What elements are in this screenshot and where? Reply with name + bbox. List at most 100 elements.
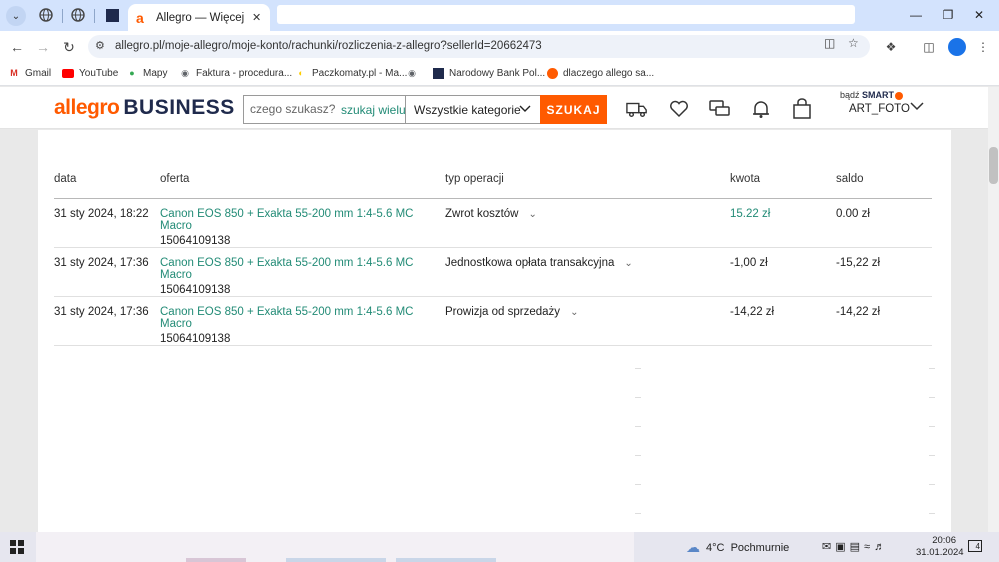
bookmark-allegro[interactable]: dlaczego allego sa... bbox=[546, 67, 654, 79]
faint-guide-ticks bbox=[929, 368, 937, 542]
globe-icon bbox=[71, 8, 85, 22]
tab-pinned-2[interactable] bbox=[70, 7, 86, 23]
account-name[interactable]: ART_FOTO bbox=[849, 103, 910, 115]
column-header-amount: kwota bbox=[730, 163, 836, 199]
weather-widget[interactable]: ☁ 4°C Pochmurnie bbox=[686, 539, 789, 556]
close-icon[interactable]: ✕ bbox=[252, 11, 261, 24]
taskbar-apps bbox=[36, 532, 634, 562]
reload-icon[interactable]: ↻ bbox=[60, 38, 78, 56]
offer-id: 15064109138 bbox=[160, 234, 231, 247]
restore-icon[interactable]: ❐ bbox=[938, 6, 958, 24]
table-row: 31 sty 2024, 18:22 Canon EOS 850 + Exakt… bbox=[54, 198, 932, 248]
forward-icon[interactable]: → bbox=[34, 38, 52, 56]
chevron-down-icon bbox=[519, 102, 531, 117]
allegro-icon bbox=[546, 67, 558, 79]
tab-separator bbox=[62, 9, 63, 23]
search-input[interactable] bbox=[250, 102, 340, 116]
offer-link[interactable]: Canon EOS 850 + Exakta 55-200 mm 1:4-5.6… bbox=[160, 306, 413, 330]
cell-type[interactable]: Prowizja od sprzedaży ⌄ bbox=[445, 296, 730, 346]
bookmark-nbp[interactable]: Narodowy Bank Pol... bbox=[432, 67, 545, 79]
bookmark-paczkomaty[interactable]: ◐ Paczkomaty.pl - Ma... bbox=[295, 67, 407, 79]
windows-taskbar: ☁ 4°C Pochmurnie ✉▣▤≈♬ 20:06 31.01.2024 … bbox=[0, 532, 999, 562]
side-panel-icon[interactable]: ◫ bbox=[921, 39, 937, 55]
taskbar-app-indicator[interactable] bbox=[286, 558, 386, 562]
smart-dot-icon bbox=[895, 91, 904, 100]
table-row: 31 sty 2024, 17:36 Canon EOS 850 + Exakt… bbox=[54, 247, 932, 297]
active-tab[interactable]: a Allegro — Więcej niż a ✕ bbox=[128, 4, 270, 31]
delivery-truck-icon[interactable] bbox=[626, 98, 648, 120]
allegro-business-logo[interactable]: allegro BUSINESS bbox=[54, 96, 235, 120]
allegro-header: allegroBUSINESS szukaj wielu Wszystkie k… bbox=[0, 87, 988, 129]
chevron-down-icon[interactable]: ⌄ bbox=[529, 209, 537, 220]
bookmark-faktura[interactable]: ◉ Faktura - procedura... bbox=[179, 67, 292, 79]
taskbar-app-indicator[interactable] bbox=[396, 558, 496, 562]
tab-pinned-3[interactable] bbox=[104, 7, 120, 23]
cloud-icon: ☁ bbox=[686, 539, 700, 555]
extensions-icon[interactable]: ❖ bbox=[883, 39, 899, 55]
system-clock[interactable]: 20:06 31.01.2024 bbox=[916, 535, 964, 559]
tab-pinned-1[interactable] bbox=[38, 7, 54, 23]
network-icon[interactable]: ▤ bbox=[850, 541, 864, 553]
messages-icon[interactable] bbox=[709, 98, 731, 120]
install-app-icon[interactable]: ◫ bbox=[824, 36, 838, 50]
maps-icon: ● bbox=[129, 68, 135, 78]
windows-start-icon[interactable] bbox=[10, 540, 24, 554]
bookmark-maps[interactable]: ● Mapy bbox=[126, 67, 167, 79]
page-scrollbar[interactable] bbox=[988, 87, 999, 532]
table-header-row: data oferta typ operacji kwota saldo bbox=[54, 163, 932, 199]
bookmark-youtube[interactable]: YouTube bbox=[62, 67, 118, 79]
cell-date: 31 sty 2024, 17:36 bbox=[54, 247, 160, 297]
cell-type[interactable]: Jednostkowa opłata transakcyjna ⌄ bbox=[445, 247, 730, 297]
youtube-icon bbox=[62, 67, 74, 79]
chevron-down-icon[interactable] bbox=[910, 99, 924, 115]
chevron-down-icon[interactable]: ⌄ bbox=[624, 258, 632, 269]
cell-date: 31 sty 2024, 17:36 bbox=[54, 296, 160, 346]
active-tab-title: Allegro — Więcej niż a bbox=[156, 11, 244, 24]
allegro-icon: a bbox=[136, 9, 144, 26]
bookmark-star-icon[interactable]: ☆ bbox=[848, 36, 862, 50]
globe-icon: ◉ bbox=[181, 67, 189, 78]
menu-dots-icon[interactable]: ⋮ bbox=[975, 39, 991, 55]
cart-bag-icon[interactable] bbox=[791, 98, 813, 120]
search-multi-link[interactable]: szukaj wielu bbox=[341, 103, 406, 117]
offer-link[interactable]: Canon EOS 850 + Exakta 55-200 mm 1:4-5.6… bbox=[160, 257, 413, 281]
tab-search-dropdown[interactable]: ⌄ bbox=[6, 6, 26, 26]
close-window-icon[interactable]: ✕ bbox=[969, 6, 989, 24]
site-info-icon[interactable]: ⚙ bbox=[95, 39, 109, 53]
url-text: allegro.pl/moje-allegro/moje-konto/rachu… bbox=[115, 40, 542, 52]
minimize-icon[interactable]: — bbox=[906, 6, 926, 24]
tab-separator bbox=[94, 9, 95, 23]
browser-tab-bar: ⌄ a Allegro — Więcej niż a ✕ — ❐ ✕ bbox=[0, 0, 999, 31]
cell-date: 31 sty 2024, 18:22 bbox=[54, 198, 160, 248]
chevron-down-icon[interactable]: ⌄ bbox=[570, 307, 578, 318]
address-bar[interactable]: ⚙ allegro.pl/moje-allegro/moje-konto/rac… bbox=[88, 35, 870, 58]
profile-avatar[interactable] bbox=[948, 38, 966, 56]
volume-icon[interactable]: ♬ bbox=[874, 541, 889, 553]
bookmarks-bar: M Gmail YouTube ● Mapy ◉ Faktura - procedur… bbox=[0, 62, 999, 86]
wifi-icon[interactable]: ≈ bbox=[864, 541, 874, 553]
heart-icon[interactable] bbox=[668, 98, 690, 120]
table-row: 31 sty 2024, 17:36 Canon EOS 850 + Exakt… bbox=[54, 296, 932, 346]
globe-icon: ◉ bbox=[408, 67, 416, 78]
offer-id: 15064109138 bbox=[160, 332, 231, 345]
bell-icon[interactable] bbox=[750, 98, 772, 120]
offer-link[interactable]: Canon EOS 850 + Exakta 55-200 mm 1:4-5.6… bbox=[160, 208, 413, 232]
category-select[interactable]: Wszystkie kategorie bbox=[405, 96, 541, 123]
smart-badge[interactable]: bądź SMART bbox=[840, 90, 904, 100]
chat-icon[interactable]: ✉ bbox=[822, 541, 835, 553]
search-button[interactable]: SZUKAJ bbox=[540, 95, 607, 124]
search-bar: szukaj wielu Wszystkie kategorie SZUKAJ bbox=[243, 95, 607, 124]
taskbar-app-indicator[interactable] bbox=[186, 558, 246, 562]
scrollbar-thumb[interactable] bbox=[989, 147, 998, 184]
meeting-icon[interactable]: ▣ bbox=[835, 541, 849, 553]
globe-icon bbox=[39, 8, 53, 22]
bookmark-globe[interactable]: ◉ bbox=[406, 67, 423, 79]
bookmark-gmail[interactable]: M Gmail bbox=[8, 67, 51, 79]
operations-table: data oferta typ operacji kwota saldo 31 … bbox=[54, 163, 932, 346]
notifications-icon[interactable]: 4 bbox=[968, 540, 982, 552]
cell-balance: -14,22 zł bbox=[836, 296, 932, 346]
cell-type[interactable]: Zwrot kosztów ⌄ bbox=[445, 198, 730, 248]
system-tray-icons[interactable]: ✉▣▤≈♬ bbox=[822, 540, 889, 553]
back-icon[interactable]: ← bbox=[8, 38, 26, 56]
settlements-panel: data oferta typ operacji kwota saldo 31 … bbox=[38, 130, 951, 532]
